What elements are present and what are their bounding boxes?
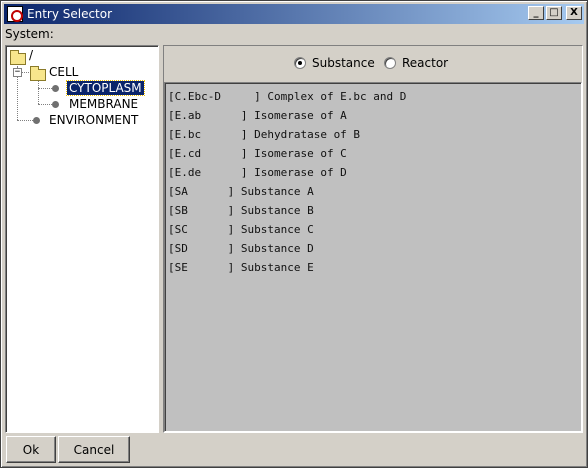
- reactor-radio[interactable]: Reactor: [384, 56, 448, 70]
- entry-selector-window: Entry Selector _ □ X System: / − CELL CY…: [0, 0, 588, 468]
- ok-button[interactable]: Ok: [6, 436, 56, 463]
- membrane-leaf-icon: [52, 101, 59, 108]
- entry-type-selector: Substance Reactor: [164, 46, 582, 82]
- list-item[interactable]: [SB ] Substance B: [168, 201, 581, 220]
- tree-connector: [38, 104, 52, 105]
- tree-node-cytoplasm[interactable]: CYTOPLASM: [66, 80, 145, 96]
- close-button[interactable]: X: [566, 6, 582, 20]
- list-item[interactable]: [SA ] Substance A: [168, 182, 581, 201]
- tree-node-environment[interactable]: ENVIRONMENT: [49, 113, 138, 127]
- reactor-radio-label: Reactor: [402, 56, 449, 70]
- list-item[interactable]: [E.cd ] Isomerase of C: [168, 144, 581, 163]
- window-title: Entry Selector: [27, 7, 113, 21]
- tree-node-membrane[interactable]: MEMBRANE: [69, 97, 138, 111]
- entry-list[interactable]: [C.Ebc-D ] Complex of E.bc and D [E.ab ]…: [164, 82, 582, 432]
- environment-leaf-icon: [33, 117, 40, 124]
- list-item[interactable]: [E.ab ] Isomerase of A: [168, 106, 581, 125]
- cytoplasm-leaf-icon: [52, 85, 59, 92]
- cell-folder-icon: [30, 66, 46, 81]
- substance-radio-label: Substance: [312, 56, 375, 70]
- app-icon: [7, 6, 23, 22]
- tree-connector: [38, 78, 39, 104]
- list-item[interactable]: [SD ] Substance D: [168, 239, 581, 258]
- entry-panel: Substance Reactor [C.Ebc-D ] Complex of …: [163, 45, 583, 433]
- maximize-button[interactable]: □: [546, 6, 562, 20]
- substance-radio[interactable]: Substance: [294, 56, 375, 70]
- list-item[interactable]: [SE ] Substance E: [168, 258, 581, 277]
- system-tree[interactable]: / − CELL CYTOPLASM MEMBRANE ENVIRONMENT: [5, 45, 159, 433]
- title-bar[interactable]: Entry Selector _ □ X: [4, 4, 584, 24]
- cancel-button[interactable]: Cancel: [58, 436, 130, 463]
- list-item[interactable]: [E.de ] Isomerase of D: [168, 163, 581, 182]
- cell-collapse-icon[interactable]: −: [13, 68, 22, 77]
- tree-node-cell[interactable]: CELL: [49, 65, 78, 79]
- minimize-button[interactable]: _: [528, 6, 544, 20]
- root-folder-icon: [10, 50, 26, 65]
- tree-connector: [38, 88, 52, 89]
- list-item[interactable]: [C.Ebc-D ] Complex of E.bc and D: [168, 87, 581, 106]
- list-item[interactable]: [SC ] Substance C: [168, 220, 581, 239]
- radio-unchecked-icon: [384, 57, 396, 69]
- list-item[interactable]: [E.bc ] Dehydratase of B: [168, 125, 581, 144]
- system-label: System:: [5, 27, 54, 41]
- radio-checked-icon: [294, 57, 306, 69]
- tree-node-root[interactable]: /: [29, 48, 33, 62]
